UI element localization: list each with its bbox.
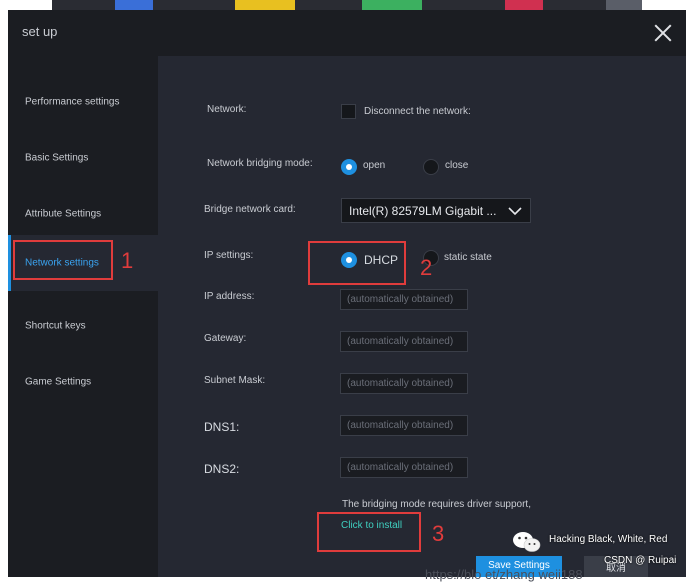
sidebar: Performance settings Basic Settings Attr…	[8, 56, 158, 577]
bridging-open-radio[interactable]	[341, 159, 357, 175]
ip-address-input[interactable]	[341, 290, 467, 309]
dns2-input[interactable]	[341, 458, 467, 477]
ip-settings-label: IP settings:	[204, 250, 254, 261]
background-app-icon	[362, 0, 422, 10]
dns1-field[interactable]	[340, 415, 468, 436]
background-app-strip	[0, 0, 687, 10]
dns1-input[interactable]	[341, 416, 467, 435]
gateway-field[interactable]	[340, 331, 468, 352]
ip-address-field[interactable]	[340, 289, 468, 310]
disconnect-network-label: Disconnect the network:	[364, 106, 471, 117]
network-settings-panel: Network: Disconnect the network: Network…	[158, 56, 686, 577]
close-icon[interactable]	[652, 22, 674, 44]
sidebar-item-performance-settings[interactable]: Performance settings	[8, 74, 158, 130]
ip-dhcp-radio[interactable]	[341, 252, 357, 268]
bridge-card-label: Bridge network card:	[204, 204, 296, 215]
window-title: set up	[22, 24, 58, 39]
sidebar-item-label: Attribute Settings	[25, 208, 102, 220]
background-app-icon	[505, 0, 543, 10]
watermark-author: Hacking Black, White, Red	[549, 534, 668, 545]
bridging-close-radio[interactable]	[423, 159, 439, 175]
sidebar-item-attribute-settings[interactable]: Attribute Settings	[8, 186, 158, 242]
background-app-icon	[115, 0, 153, 10]
subnet-mask-label: Subnet Mask:	[204, 375, 266, 386]
annotation-number-2: 2	[420, 255, 433, 280]
ip-static-label: static state	[444, 252, 492, 263]
bridge-card-value: Intel(R) 82579LM Gigabit ...	[349, 204, 497, 218]
ip-dhcp-label: DHCP	[364, 253, 399, 267]
bridging-mode-label: Network bridging mode:	[207, 158, 313, 169]
network-label: Network:	[207, 104, 247, 115]
subnet-mask-input[interactable]	[341, 374, 467, 393]
sidebar-item-label: Shortcut keys	[25, 320, 86, 332]
settings-window: set up Performance settings Basic Settin…	[8, 10, 686, 577]
sidebar-item-shortcut-keys[interactable]: Shortcut keys	[8, 298, 158, 354]
wechat-logo-icon	[513, 532, 541, 552]
watermark-url: https://blo et/zhang weii188	[425, 567, 583, 582]
sidebar-item-label: Performance settings	[25, 96, 120, 108]
disconnect-network-checkbox[interactable]	[341, 104, 356, 119]
background-app-icon	[235, 0, 295, 10]
driver-support-note: The bridging mode requires driver suppor…	[342, 499, 531, 510]
annotation-number-1: 1	[121, 248, 134, 273]
title-bar: set up	[8, 10, 686, 56]
gateway-label: Gateway:	[204, 333, 247, 344]
bridge-card-select[interactable]: Intel(R) 82579LM Gigabit ...	[341, 198, 531, 223]
background-app-icon	[606, 0, 642, 10]
chevron-down-icon	[508, 207, 522, 216]
bridging-close-label: close	[445, 160, 469, 171]
ip-address-label: IP address:	[204, 291, 255, 302]
sidebar-item-basic-settings[interactable]: Basic Settings	[8, 130, 158, 186]
sidebar-item-game-settings[interactable]: Game Settings	[8, 354, 158, 410]
gateway-input[interactable]	[341, 332, 467, 351]
subnet-mask-field[interactable]	[340, 373, 468, 394]
sidebar-item-network-settings[interactable]: Network settings	[8, 235, 158, 291]
dns1-label: DNS1:	[204, 420, 240, 434]
sidebar-item-label: Network settings	[25, 257, 99, 269]
sidebar-item-label: Game Settings	[25, 376, 92, 388]
click-to-install-link[interactable]: Click to install	[341, 520, 402, 531]
annotation-number-3: 3	[432, 521, 445, 546]
watermark-csdn: CSDN @ Ruipai	[604, 555, 677, 566]
dns2-field[interactable]	[340, 457, 468, 478]
sidebar-item-label: Basic Settings	[25, 152, 89, 164]
dns2-label: DNS2:	[204, 462, 240, 476]
bridging-open-label: open	[363, 160, 386, 171]
